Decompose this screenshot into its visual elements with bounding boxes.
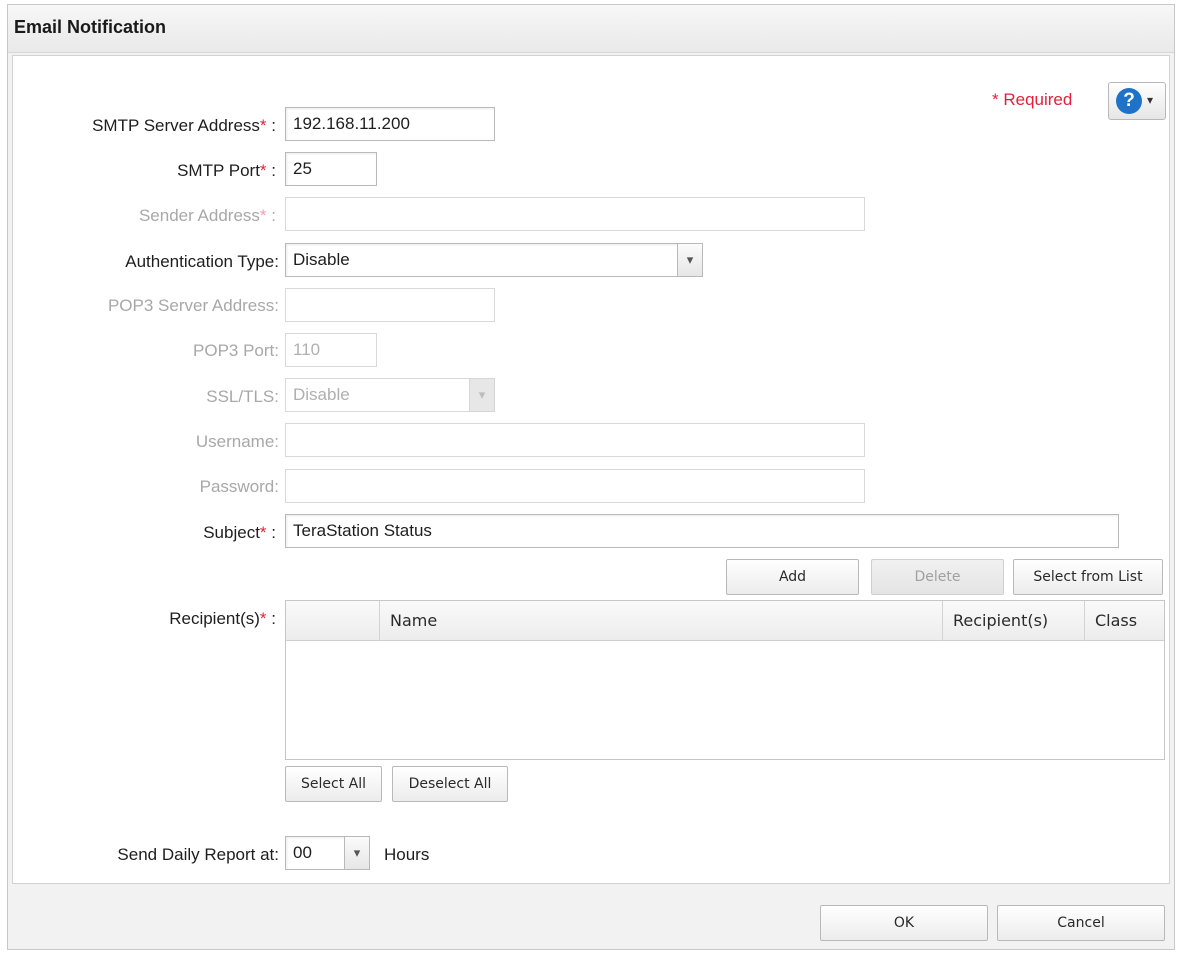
table-body[interactable] (286, 641, 1164, 759)
smtp-port-label-text: SMTP Port (177, 161, 260, 180)
label-suffix: : (266, 206, 276, 225)
column-header-class[interactable]: Class (1085, 601, 1164, 641)
label-suffix: : (266, 609, 276, 628)
daily-report-hour-select[interactable]: 00 ▾ (285, 836, 370, 870)
question-circle-icon: ? (1116, 88, 1142, 114)
required-star: * (259, 206, 267, 225)
add-button[interactable]: Add (726, 559, 859, 595)
help-button[interactable]: ? ▾ (1108, 82, 1166, 120)
column-header-select[interactable] (286, 601, 380, 641)
smtp-port-label: SMTP Port* : (177, 161, 276, 181)
select-all-button[interactable]: Select All (285, 766, 382, 802)
sender-address-label: Sender Address* : (139, 206, 276, 226)
chevron-down-icon: ▾ (469, 378, 495, 412)
smtp-server-input[interactable]: 192.168.11.200 (285, 107, 495, 141)
required-note: * Required (992, 90, 1073, 109)
sender-address-label-text: Sender Address (138, 206, 260, 225)
label-suffix: : (266, 161, 276, 180)
password-label: Password: (199, 477, 279, 496)
required-star: * (259, 609, 267, 628)
pop3-server-label: POP3 Server Address: (107, 296, 279, 315)
smtp-server-label-text: SMTP Server Address (92, 116, 260, 135)
subject-label-text: Subject (203, 523, 260, 542)
column-header-name[interactable]: Name (380, 601, 943, 641)
ok-button[interactable]: OK (820, 905, 988, 941)
recipients-label-text: Recipient(s) (169, 609, 260, 628)
deselect-all-button[interactable]: Deselect All (392, 766, 508, 802)
smtp-server-value: 192.168.11.200 (293, 114, 410, 133)
dialog-title: Email Notification (14, 17, 167, 37)
delete-button[interactable]: Delete (871, 559, 1004, 595)
required-star: * (259, 116, 267, 135)
pop3-port-input[interactable]: 110 (285, 333, 377, 367)
auth-type-label: Authentication Type: (125, 252, 279, 271)
required-star: * (259, 161, 267, 180)
column-header-recipients[interactable]: Recipient(s) (943, 601, 1085, 641)
pop3-port-value: 110 (293, 340, 321, 359)
subject-label: Subject* : (203, 523, 276, 543)
password-input[interactable] (285, 469, 865, 503)
hours-unit-label: Hours (384, 845, 430, 864)
label-suffix: : (266, 116, 276, 135)
cancel-button[interactable]: Cancel (997, 905, 1165, 941)
auth-type-value: Disable (293, 250, 350, 269)
recipients-label: Recipient(s)* : (169, 609, 276, 629)
smtp-port-input[interactable]: 25 (285, 152, 377, 186)
subject-value: TeraStation Status (293, 521, 432, 540)
daily-report-hour-value: 00 (293, 843, 312, 862)
ssl-tls-value: Disable (293, 385, 350, 404)
sender-address-input[interactable] (285, 197, 865, 231)
caret-down-icon: ▾ (1147, 93, 1154, 107)
subject-input[interactable]: TeraStation Status (285, 514, 1119, 548)
smtp-server-label: SMTP Server Address* : (92, 116, 276, 136)
ssl-tls-label: SSL/TLS: (206, 387, 279, 406)
username-input[interactable] (285, 423, 865, 457)
pop3-server-input[interactable] (285, 288, 495, 322)
recipients-table: Name Recipient(s) Class (285, 600, 1165, 760)
auth-type-select[interactable]: Disable ▾ (285, 243, 703, 277)
daily-report-label: Send Daily Report at: (117, 845, 279, 864)
ssl-tls-select[interactable]: Disable ▾ (285, 378, 495, 412)
required-star: * (259, 523, 267, 542)
label-suffix: : (266, 523, 276, 542)
pop3-port-label: POP3 Port: (193, 341, 279, 360)
chevron-down-icon: ▾ (344, 836, 370, 870)
dialog-titlebar: Email Notification (8, 5, 1174, 53)
table-header: Name Recipient(s) Class (286, 601, 1164, 641)
select-from-list-button[interactable]: Select from List (1013, 559, 1163, 595)
smtp-port-value: 25 (293, 159, 312, 178)
chevron-down-icon: ▾ (677, 243, 703, 277)
username-label: Username: (195, 432, 279, 451)
